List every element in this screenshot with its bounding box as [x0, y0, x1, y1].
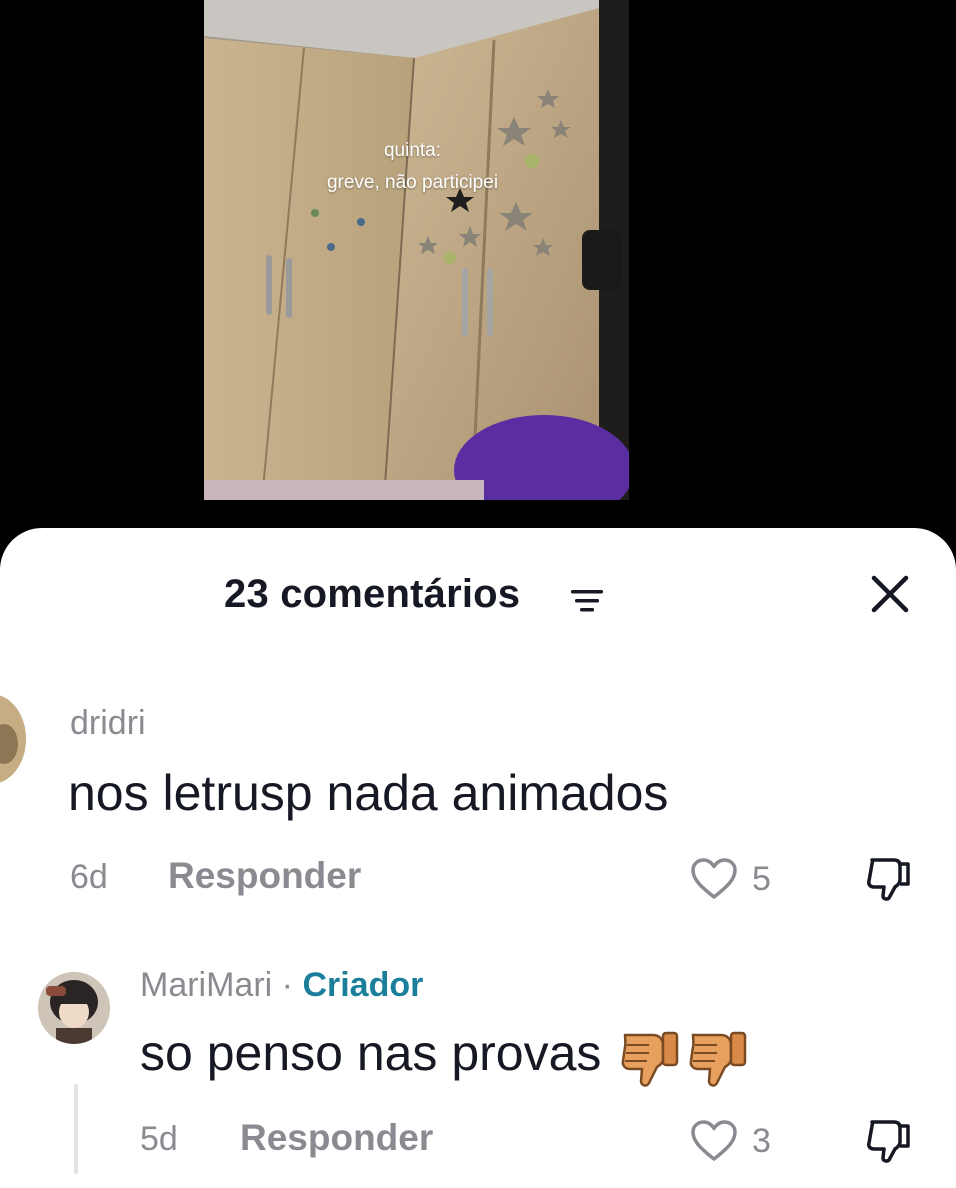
avatar[interactable] — [38, 972, 110, 1044]
comments-sheet: 23 comentários dridri nos letrusp nada a… — [0, 528, 956, 1188]
dislike-icon[interactable] — [864, 854, 914, 904]
comment-text: nos letrusp nada animados — [68, 765, 669, 821]
video-overlay-caption: quinta: — [383, 140, 442, 161]
wardrobe-video-image — [204, 0, 629, 500]
comments-header: 23 comentários — [0, 572, 956, 622]
comments-count-title: 23 comentários — [224, 572, 521, 616]
dislike-icon[interactable] — [864, 1116, 914, 1166]
comment-text-content: so penso nas provas — [140, 1025, 602, 1081]
comment-username-text[interactable]: MariMari — [140, 966, 272, 1004]
comment-age: 5d — [140, 1120, 178, 1158]
thumbs-down-emoji — [689, 1031, 747, 1087]
reply-button[interactable]: Responder — [240, 1117, 433, 1159]
heart-icon[interactable] — [690, 1119, 738, 1163]
comment-username[interactable]: MariMari · Criador — [140, 966, 423, 1005]
reply-button[interactable]: Responder — [168, 855, 361, 897]
video-overlay-caption: greve, não participei — [326, 172, 499, 193]
comment-username[interactable]: dridri — [70, 704, 146, 743]
reply-thread-line — [74, 1084, 78, 1174]
video-player[interactable]: quinta: greve, não participei — [0, 0, 956, 530]
comment-text: so penso nas provas — [140, 1024, 751, 1089]
like-count: 5 — [752, 860, 771, 898]
video-frame: quinta: greve, não participei — [204, 0, 629, 500]
sort-lines-icon[interactable] — [570, 586, 606, 616]
username-separator: · — [272, 966, 303, 1004]
creator-badge: Criador — [302, 966, 424, 1004]
thumbs-down-emoji — [621, 1031, 679, 1087]
like-count: 3 — [752, 1122, 771, 1160]
heart-icon[interactable] — [690, 857, 738, 901]
close-icon[interactable] — [868, 572, 912, 616]
comment-age: 6d — [70, 858, 108, 896]
avatar[interactable] — [0, 694, 26, 784]
